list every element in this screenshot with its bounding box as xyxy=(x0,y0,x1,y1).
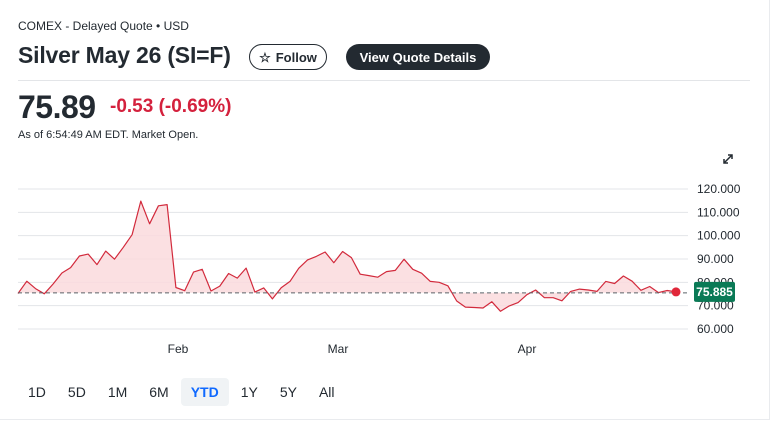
x-tick-label: Apr xyxy=(518,342,537,356)
last-value-marker xyxy=(671,287,681,297)
quote-timestamp: As of 6:54:49 AM EDT. Market Open. xyxy=(18,129,199,141)
price-change: -0.53 (-0.69%) xyxy=(110,96,232,117)
range-5d[interactable]: 5D xyxy=(58,378,96,406)
y-tick-label: 100.000 xyxy=(697,229,741,243)
x-tick-label: Feb xyxy=(168,342,189,356)
exchange-info: COMEX - Delayed Quote • USD xyxy=(18,19,189,33)
range-all[interactable]: All xyxy=(309,378,345,406)
header-divider xyxy=(18,80,750,81)
last-value-label: 75.885 xyxy=(696,285,733,299)
range-6m[interactable]: 6M xyxy=(139,378,178,406)
y-tick-label: 60.000 xyxy=(697,322,734,336)
x-tick-label: Mar xyxy=(328,342,349,356)
follow-label: Follow xyxy=(275,49,317,65)
range-selector: 1D 5D 1M 6M YTD 1Y 5Y All xyxy=(18,378,347,406)
y-tick-label: 120.000 xyxy=(697,182,741,196)
view-quote-details-button[interactable]: View Quote Details xyxy=(346,44,490,70)
y-tick-label: 90.000 xyxy=(697,252,734,266)
current-price: 75.89 xyxy=(18,89,96,125)
range-1m[interactable]: 1M xyxy=(98,378,137,406)
range-5y[interactable]: 5Y xyxy=(270,378,307,406)
expand-icon[interactable] xyxy=(719,150,737,168)
page-title: Silver May 26 (SI=F) xyxy=(18,42,231,68)
follow-button[interactable]: ☆ Follow xyxy=(249,44,327,70)
range-ytd[interactable]: YTD xyxy=(180,378,229,406)
y-tick-label: 110.000 xyxy=(697,205,740,219)
range-1y[interactable]: 1Y xyxy=(231,378,268,406)
price-chart[interactable]: 120.000110.000100.00090.00080.00070.0006… xyxy=(0,170,771,365)
range-1d[interactable]: 1D xyxy=(18,378,56,406)
star-icon: ☆ xyxy=(259,49,271,65)
